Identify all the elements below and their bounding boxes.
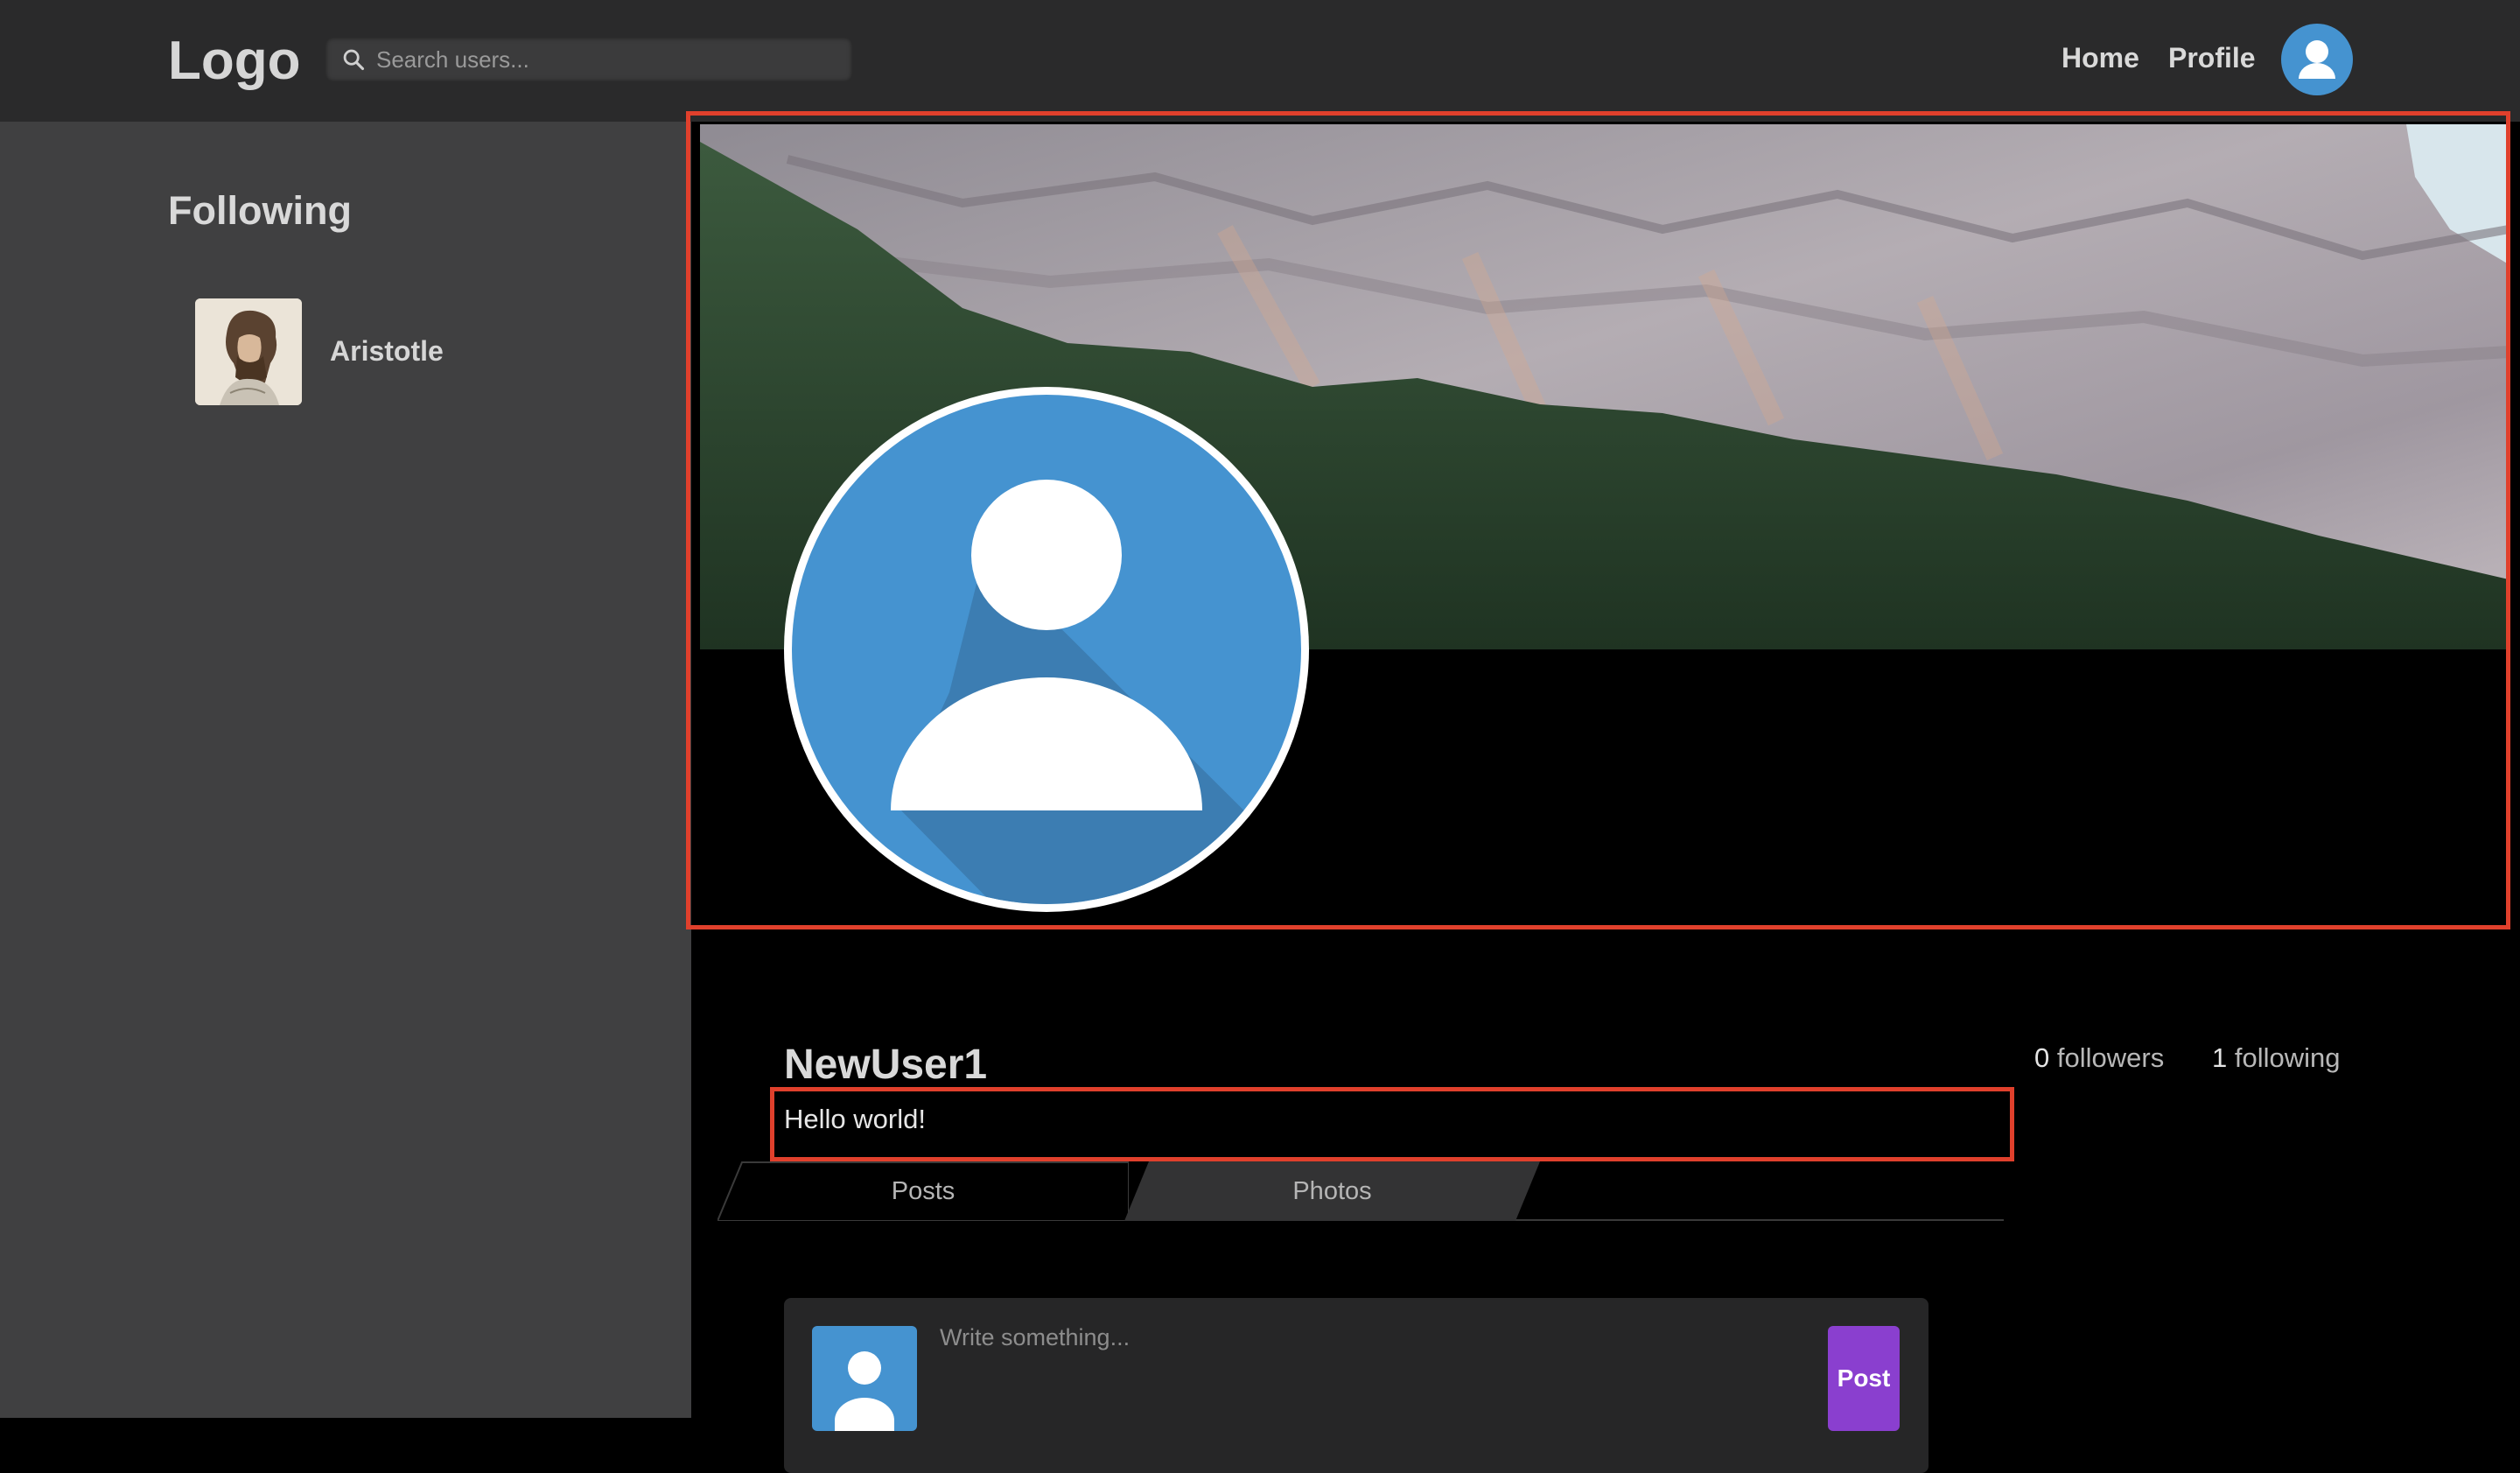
logo[interactable]: Logo [168, 30, 301, 92]
profile-avatar[interactable] [784, 387, 1309, 912]
sidebar: Following Aristotle [0, 122, 691, 1418]
nav-profile-link[interactable]: Profile [2168, 42, 2256, 74]
following-number: 1 [2212, 1042, 2228, 1073]
aristotle-avatar[interactable] [195, 298, 302, 405]
tab-posts[interactable]: Posts [718, 1161, 1129, 1221]
user-avatar-icon [812, 1326, 917, 1431]
user-avatar-icon [792, 395, 1301, 904]
tab-photos-label: Photos [1292, 1177, 1372, 1205]
profile-tabs: Posts Photos [718, 1161, 2004, 1221]
post-composer: Post [784, 1298, 1928, 1473]
search-input[interactable] [376, 38, 840, 81]
following-list-item[interactable]: Aristotle [195, 298, 615, 405]
post-button[interactable]: Post [1828, 1326, 1900, 1431]
profile-username: NewUser1 [784, 1042, 988, 1088]
user-avatar-icon[interactable] [2281, 24, 2353, 95]
search-bar[interactable] [326, 38, 852, 81]
following-name[interactable]: Aristotle [330, 335, 444, 368]
tab-photos[interactable]: Photos [1124, 1161, 1540, 1221]
search-icon [343, 49, 365, 71]
tab-posts-label: Posts [891, 1177, 956, 1205]
followers-label: followers [2056, 1042, 2165, 1073]
following-title: Following [168, 188, 352, 233]
following-label: following [2234, 1042, 2341, 1073]
followers-count[interactable]: 0 followers [2034, 1042, 2164, 1074]
followers-number: 0 [2034, 1042, 2050, 1073]
following-count[interactable]: 1 following [2212, 1042, 2341, 1074]
profile-bio: Hello world! [784, 1104, 926, 1134]
profile-main: NewUser1 Hello world! 0 followers 1 foll… [686, 111, 2520, 1473]
top-navbar: Logo Home Profile [0, 0, 2520, 122]
post-input[interactable] [940, 1324, 1727, 1368]
bio-highlight [770, 1087, 2014, 1161]
nav-home-link[interactable]: Home [2062, 42, 2139, 74]
